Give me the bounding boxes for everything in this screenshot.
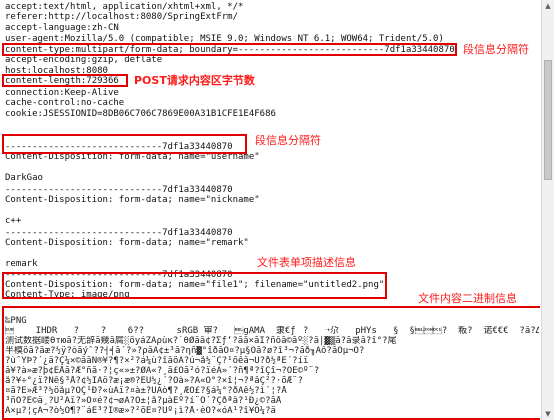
boundary-line: -----------------------------7df1a334408…	[5, 185, 233, 195]
header-cache-control: cache-control:no-cache	[5, 98, 125, 108]
annotation-file-form-item: 文件表单项描述信息	[257, 256, 356, 269]
header-accept-language: accept-language:zh-CN	[5, 23, 119, 33]
http-request-viewer: accept:text/html, application/xhtml+xml,…	[0, 0, 540, 420]
highlight-binary-content	[2, 306, 540, 420]
highlight-boundary-header	[2, 43, 457, 56]
header-cookie: cookie:JSESSIONID=8DB06C706C7869E00A31B1…	[5, 109, 276, 119]
disposition-remark: Content-Disposition: form-data; name="re…	[5, 238, 249, 248]
value-remark: remark	[5, 259, 38, 269]
scroll-up-arrow-icon[interactable]: ▲	[542, 0, 554, 12]
boundary-line: -----------------------------7df1a334408…	[5, 228, 233, 238]
header-accept: accept:text/html, application/xhtml+xml,…	[5, 2, 244, 12]
header-referer: referer:http://localhost:8080/SpringExtF…	[5, 12, 238, 22]
annotation-segment-separator: 段信息分隔符	[463, 43, 529, 56]
header-accept-encoding: accept-encoding:gzip, deflate	[5, 55, 163, 65]
value-nickname: c++	[5, 216, 22, 226]
annotation-content-length: POST请求内容区字节数	[134, 74, 255, 87]
scroll-thumb[interactable]	[544, 60, 552, 180]
highlight-file-descriptor	[2, 272, 387, 299]
annotation-segment-separator: 段信息分隔符	[255, 134, 321, 147]
value-username: DarkGao	[5, 173, 43, 183]
disposition-nickname: Content-Disposition: form-data; name="ni…	[5, 195, 260, 205]
highlight-boundary-body	[2, 134, 247, 154]
highlight-content-length	[2, 74, 128, 87]
vertical-scrollbar[interactable]: ▲ ▼	[541, 0, 554, 420]
annotation-file-binary: 文件内容二进制信息	[418, 292, 517, 305]
header-connection: connection:Keep-Alive	[5, 88, 119, 98]
scroll-down-arrow-icon[interactable]: ▼	[542, 408, 554, 420]
